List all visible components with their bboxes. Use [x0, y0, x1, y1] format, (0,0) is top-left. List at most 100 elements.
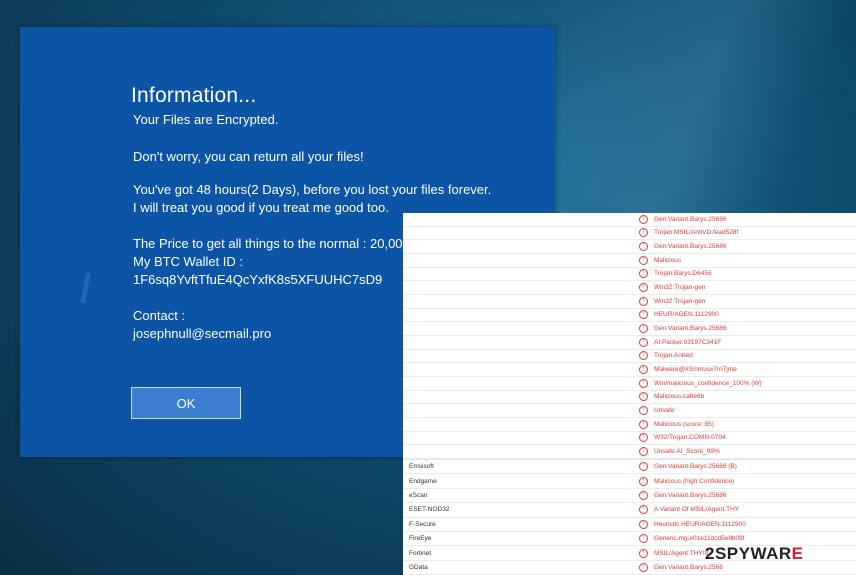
detection-result: Unsafe: [654, 407, 675, 415]
engine-name: Endgame: [409, 477, 437, 485]
detection-row: ! HEUR/AGEN.1112900: [403, 309, 856, 323]
detection-row: ! Unsafe.AI_Score_99%: [403, 445, 856, 459]
alert-icon: !: [639, 255, 648, 265]
deadline-text: You've got 48 hours(2 Days), before you …: [133, 182, 492, 197]
threat-text: I will treat you good if you treat me go…: [133, 200, 389, 215]
detection-result: Gen:Variant.Barys.25686: [654, 215, 727, 223]
detection-row: ! Gen:Variant.Barys.25686: [403, 213, 856, 227]
watermark-accent: E: [791, 544, 804, 563]
engine-row: ESET-NOD32! A Variant Of MSIL/Agent.THY: [403, 503, 856, 518]
detection-row: ! AI:Packer.03197C341F: [403, 336, 856, 350]
engine-name: ESET-NOD32: [409, 506, 450, 514]
detection-row: ! Win32:Trojan-gen: [403, 281, 856, 295]
engine-name: F-Secure: [409, 520, 436, 528]
detection-row: ! Gen:Variant.Barys.25686: [403, 240, 856, 254]
detection-row: ! Trojan:MSIL/AntiVD.fead528f: [403, 227, 856, 241]
detection-row: ! Trojan.Anbed: [403, 350, 856, 364]
ransom-price: The Price to get all things to the norma…: [133, 236, 418, 251]
detection-result: Malicious (high Confidence): [654, 477, 735, 485]
alert-icon: !: [639, 365, 648, 375]
engine-name: GData: [409, 563, 428, 571]
detection-result: Gen:Variant.Barys.25686 (B): [654, 463, 737, 471]
alert-icon: !: [639, 378, 648, 388]
detection-result: Win32:Trojan-gen: [654, 297, 706, 305]
alert-icon: !: [639, 269, 648, 279]
alert-icon: !: [639, 419, 648, 429]
alert-icon: !: [639, 534, 648, 544]
alert-icon: !: [639, 351, 648, 361]
alert-icon: !: [639, 406, 648, 416]
detection-row: ! Malicious: [403, 254, 856, 268]
alert-icon: !: [639, 296, 648, 306]
detection-row: ! Gen:Variant.Barys.25686: [403, 322, 856, 336]
engine-name: eScan: [409, 491, 428, 499]
faded-background-logo: /: [80, 267, 92, 311]
detection-result: Gen:Variant.Barys.25686: [654, 491, 727, 499]
detection-row: ! Win/malicious_confidence_100% (W): [403, 377, 856, 391]
detection-row: ! Malicious (score: 85): [403, 418, 856, 432]
alert-icon: !: [639, 519, 648, 529]
detection-row: ! Malware@#3mmusx7rn7jme: [403, 363, 856, 377]
alert-icon: !: [639, 505, 648, 515]
detection-result: MSIL/Agent.THY!tr: [654, 549, 709, 557]
reassurance-text: Don't worry, you can return all your fil…: [133, 149, 364, 164]
detection-result: W32/Trojan.COMN-0704: [654, 434, 726, 442]
detection-result: Trojan:MSIL/AntiVD.fead528f: [654, 229, 739, 237]
detection-result: A Variant Of MSIL/Agent.THY: [654, 506, 740, 514]
detections-list: ! Gen:Variant.Barys.25686! Trojan:MSIL/Ant…: [403, 213, 856, 459]
detection-row: ! Malicious.ca6e6b: [403, 391, 856, 405]
alert-icon: !: [639, 214, 648, 224]
alert-icon: !: [639, 242, 648, 252]
alert-icon: !: [639, 324, 648, 334]
detection-result: Malware@#3mmusx7rn7jme: [654, 366, 737, 374]
detection-result: Heuristic.HEUR/AGEN.1112900: [654, 520, 746, 528]
alert-icon: !: [639, 462, 648, 472]
engine-row: F-Secure! Heuristic.HEUR/AGEN.1112900: [403, 518, 856, 532]
contact-email: josephnull@secmail.pro: [133, 326, 272, 341]
alert-icon: !: [639, 562, 648, 572]
alert-icon: !: [639, 283, 648, 293]
contact-label: Contact :: [133, 308, 186, 323]
detection-result: Malicious.ca6e6b: [654, 393, 705, 401]
detection-result: Trojan.Barys.D6456: [654, 270, 712, 278]
alert-icon: !: [639, 490, 648, 500]
alert-icon: !: [639, 392, 648, 402]
antivirus-scan-results: ! Gen:Variant.Barys.25686! Trojan:MSIL/Ant…: [403, 213, 856, 575]
watermark-digit: 2: [705, 544, 715, 563]
engine-row: eScan! Gen:Variant.Barys.25686: [403, 489, 856, 504]
engine-name: Emsisoft: [409, 463, 434, 471]
alert-icon: !: [639, 310, 648, 320]
engine-row: Endgame! Malicious (high Confidence): [403, 474, 856, 489]
detection-result: Gen:Variant.Barys.25686: [654, 325, 727, 333]
detection-result: Malicious (score: 85): [654, 420, 714, 428]
engine-name: Fortinet: [409, 549, 432, 557]
watermark-text: SPYWAR: [714, 544, 792, 563]
detection-result: Win32:Trojan-gen: [654, 284, 706, 292]
alert-icon: !: [639, 476, 648, 486]
detection-result: Gen:Variant.Barys.2568: [654, 563, 723, 571]
watermark-logo: 2SPYWARE: [705, 544, 804, 564]
wallet-id: 1F6sq8YvftTfuE4QcYxfK8s5XFUUHC7sD9: [133, 272, 383, 287]
engine-row: Emsisoft! Gen:Variant.Barys.25686 (B): [403, 460, 856, 475]
detection-result: Malicious: [654, 256, 682, 264]
detection-result: Generic.mg.e01e11dcd5e8b08f: [654, 535, 745, 543]
detection-row: ! Unsafe: [403, 404, 856, 418]
detection-row: ! Win32:Trojan-gen: [403, 295, 856, 309]
detection-result: Gen:Variant.Barys.25686: [654, 243, 727, 251]
detection-result: Trojan.Anbed: [654, 352, 693, 360]
detection-row: ! W32/Trojan.COMN-0704: [403, 432, 856, 446]
alert-icon: !: [639, 433, 648, 443]
alert-icon: !: [639, 548, 648, 558]
detection-row: ! Trojan.Barys.D6456: [403, 268, 856, 282]
dialog-title: Information...: [131, 84, 257, 107]
wallet-label: My BTC Wallet ID :: [133, 254, 244, 269]
detection-result: AI:Packer.03197C341F: [654, 338, 722, 346]
detection-result: Unsafe.AI_Score_99%: [654, 447, 720, 455]
engine-name: FireEye: [409, 535, 432, 543]
alert-icon: !: [639, 446, 648, 456]
alert-icon: !: [639, 228, 648, 238]
alert-icon: !: [639, 337, 648, 347]
ok-button[interactable]: OK: [131, 387, 241, 419]
encrypted-notice: Your Files are Encrypted.: [133, 112, 279, 127]
detection-result: HEUR/AGEN.1112900: [654, 311, 719, 319]
